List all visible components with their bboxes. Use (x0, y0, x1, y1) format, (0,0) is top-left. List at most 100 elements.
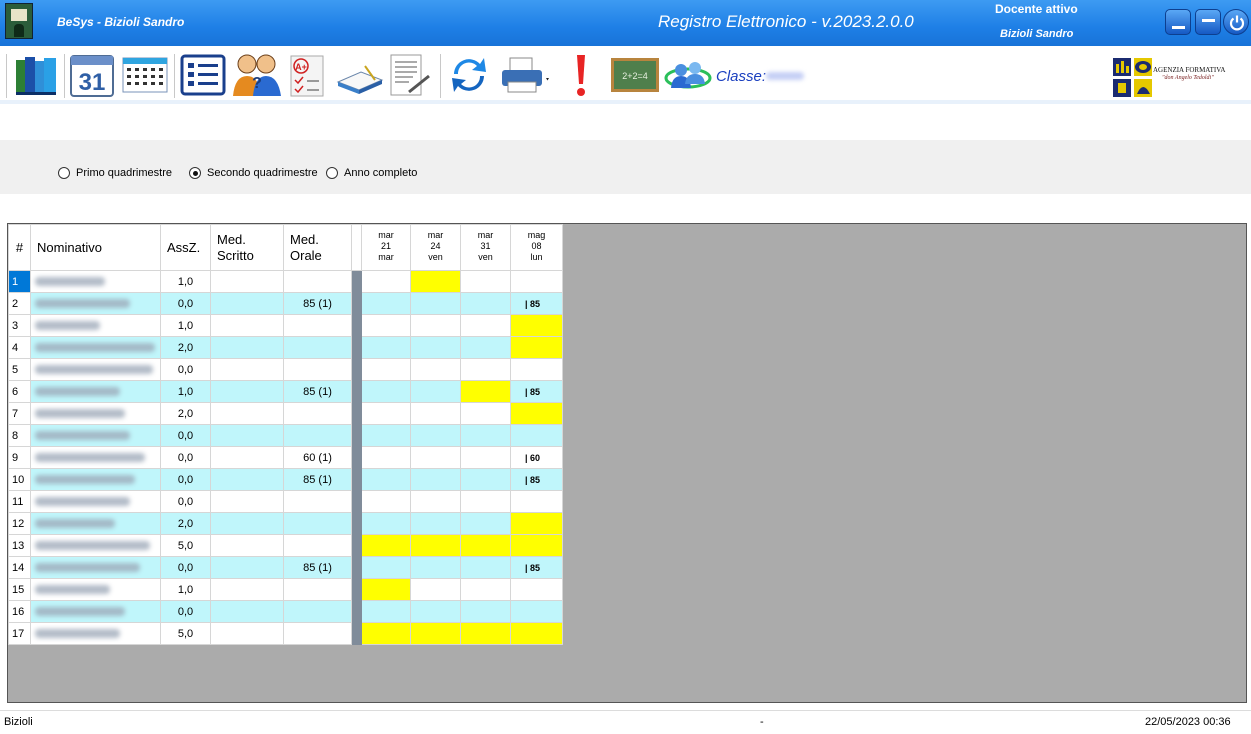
date-cell[interactable] (460, 556, 511, 579)
row-number[interactable]: 16 (8, 600, 31, 623)
row-number[interactable]: 14 (8, 556, 31, 579)
date-cell[interactable] (510, 424, 563, 447)
date-cell[interactable] (410, 402, 461, 425)
date-cell[interactable] (460, 292, 511, 315)
row-number[interactable]: 17 (8, 622, 31, 645)
date-cell-absent[interactable] (410, 270, 461, 293)
date-cell[interactable] (410, 600, 461, 623)
date-cell[interactable] (361, 600, 411, 623)
student-name[interactable] (30, 358, 161, 381)
row-number[interactable]: 6 (8, 380, 31, 403)
oral-average-cell[interactable]: 85 (1) (283, 556, 352, 579)
col-header-num[interactable]: # (8, 224, 31, 271)
written-average-cell[interactable] (210, 380, 284, 403)
row-number[interactable]: 7 (8, 402, 31, 425)
date-cell[interactable] (510, 578, 563, 601)
col-header-name[interactable]: Nominativo (30, 224, 161, 271)
absences-cell[interactable]: 0,0 (160, 600, 211, 623)
table-row[interactable]: 3 1,0 (8, 314, 563, 337)
oral-average-cell[interactable] (283, 336, 352, 359)
date-cell[interactable] (460, 358, 511, 381)
col-header-date[interactable]: mar 24 ven (410, 224, 461, 271)
radio-button-icon[interactable] (326, 167, 338, 179)
oral-average-cell[interactable] (283, 578, 352, 601)
table-row[interactable]: 13 5,0 (8, 534, 563, 557)
student-name[interactable] (30, 446, 161, 469)
student-name[interactable] (30, 490, 161, 513)
absences-cell[interactable]: 5,0 (160, 622, 211, 645)
written-average-cell[interactable] (210, 314, 284, 337)
row-number[interactable]: 2 (8, 292, 31, 315)
student-name[interactable] (30, 556, 161, 579)
date-cell[interactable] (361, 292, 411, 315)
date-cell-grade[interactable]: | 85 (510, 556, 563, 579)
written-average-cell[interactable] (210, 358, 284, 381)
date-cell[interactable] (361, 446, 411, 469)
date-cell-grade[interactable]: | 85 (510, 468, 563, 491)
date-cell[interactable] (510, 270, 563, 293)
student-name[interactable] (30, 622, 161, 645)
date-cell[interactable] (510, 600, 563, 623)
table-row[interactable]: 6 1,0 85 (1) | 85 (8, 380, 563, 403)
student-name[interactable] (30, 402, 161, 425)
radio-anno-completo[interactable]: Anno completo (326, 166, 417, 180)
row-number[interactable]: 15 (8, 578, 31, 601)
date-cell-grade[interactable]: | 85 (510, 292, 563, 315)
written-average-cell[interactable] (210, 270, 284, 293)
written-average-cell[interactable] (210, 402, 284, 425)
date-cell[interactable] (460, 600, 511, 623)
oral-average-cell[interactable] (283, 490, 352, 513)
written-average-cell[interactable] (210, 446, 284, 469)
date-cell[interactable] (410, 380, 461, 403)
row-number[interactable]: 3 (8, 314, 31, 337)
calendar-icon[interactable]: 31 (68, 52, 116, 98)
table-row[interactable]: 17 5,0 (8, 622, 563, 645)
date-cell[interactable] (460, 578, 511, 601)
absences-cell[interactable]: 0,0 (160, 358, 211, 381)
table-row[interactable]: 7 2,0 (8, 402, 563, 425)
oral-average-cell[interactable] (283, 622, 352, 645)
absences-cell[interactable]: 0,0 (160, 490, 211, 513)
date-cell[interactable] (410, 556, 461, 579)
table-row[interactable]: 10 0,0 85 (1) | 85 (8, 468, 563, 491)
col-header-oral[interactable]: Med. Orale (283, 224, 352, 271)
oral-average-cell[interactable] (283, 358, 352, 381)
date-cell[interactable] (510, 358, 563, 381)
date-cell[interactable] (460, 402, 511, 425)
written-average-cell[interactable] (210, 578, 284, 601)
date-cell[interactable] (460, 490, 511, 513)
date-cell-absent[interactable] (510, 512, 563, 535)
row-number[interactable]: 5 (8, 358, 31, 381)
date-cell-absent[interactable] (460, 380, 511, 403)
absences-cell[interactable]: 1,0 (160, 314, 211, 337)
student-name[interactable] (30, 468, 161, 491)
date-cell[interactable] (460, 270, 511, 293)
table-row[interactable]: 9 0,0 60 (1) | 60 (8, 446, 563, 469)
date-cell[interactable] (361, 314, 411, 337)
col-header-written[interactable]: Med. Scritto (210, 224, 284, 271)
table-row[interactable]: 11 0,0 (8, 490, 563, 513)
absences-cell[interactable]: 0,0 (160, 446, 211, 469)
date-cell-absent[interactable] (510, 622, 563, 645)
row-number[interactable]: 9 (8, 446, 31, 469)
col-header-date[interactable]: mar 21 mar (361, 224, 411, 271)
date-cell-grade[interactable]: | 60 (510, 446, 563, 469)
col-header-absences[interactable]: AssZ. (160, 224, 211, 271)
timetable-icon[interactable] (121, 52, 169, 98)
absences-cell[interactable]: 5,0 (160, 534, 211, 557)
date-cell[interactable] (361, 468, 411, 491)
register-icon[interactable] (179, 52, 227, 98)
absences-cell[interactable]: 2,0 (160, 512, 211, 535)
student-name[interactable] (30, 424, 161, 447)
date-cell-absent[interactable] (510, 534, 563, 557)
date-cell-absent[interactable] (510, 336, 563, 359)
table-row[interactable]: 15 1,0 (8, 578, 563, 601)
oral-average-cell[interactable]: 85 (1) (283, 380, 352, 403)
date-cell-absent[interactable] (460, 622, 511, 645)
row-number[interactable]: 12 (8, 512, 31, 535)
open-book-icon[interactable] (335, 52, 385, 98)
globe-users-icon[interactable] (662, 52, 712, 98)
absences-cell[interactable]: 0,0 (160, 556, 211, 579)
date-cell[interactable] (410, 424, 461, 447)
date-cell[interactable] (460, 336, 511, 359)
